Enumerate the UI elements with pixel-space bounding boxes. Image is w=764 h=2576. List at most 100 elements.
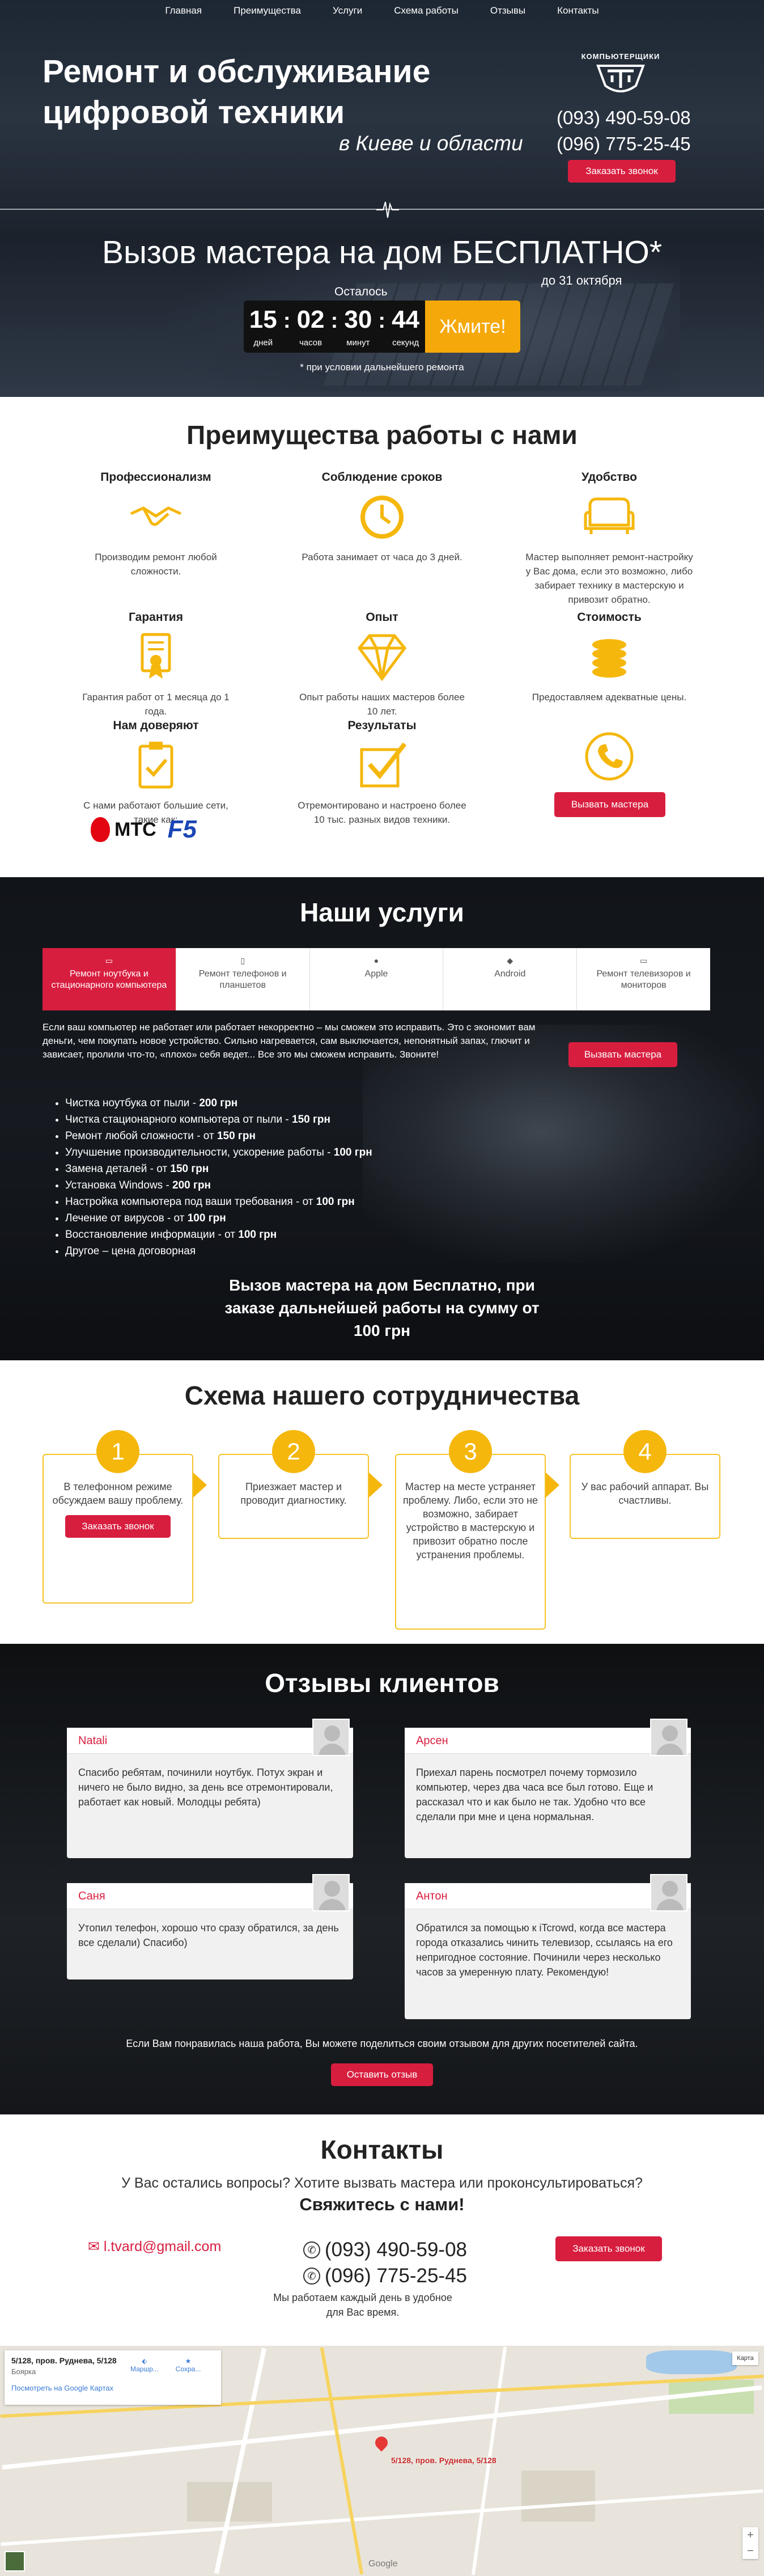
satellite-toggle[interactable] bbox=[5, 2551, 25, 2571]
review-card: Саня Утопил телефон, хорошо что сразу об… bbox=[67, 1874, 353, 1979]
timer-hours-value: 02 bbox=[296, 305, 325, 333]
advantage-item: Результаты Отремонтировано и настроено б… bbox=[297, 719, 467, 827]
nav-services[interactable]: Услуги bbox=[333, 5, 362, 16]
review-card: Антон Обратился за помощью к iTcrowd, ко… bbox=[405, 1874, 691, 2019]
services-call-button[interactable]: Вызвать мастера bbox=[568, 1042, 677, 1067]
map-open-link[interactable]: Посмотреть на Google Картах bbox=[11, 2384, 214, 2392]
nav-home[interactable]: Главная bbox=[165, 5, 202, 16]
hero-phone-1[interactable]: (093) 490-59-08 bbox=[557, 105, 691, 131]
tab-label: Ремонт телевизоров и мониторов bbox=[596, 969, 691, 990]
timer-minutes-value: 30 bbox=[344, 305, 372, 333]
price-item-text: Настройка компьютера под ваши требования… bbox=[65, 1196, 316, 1208]
directions-icon: ⬖ bbox=[142, 2357, 147, 2365]
contact-phone-2[interactable]: ✆ (096) 775-25-45 bbox=[303, 2263, 467, 2289]
tab-label: Ремонт ноутбука и стационарного компьюте… bbox=[51, 969, 167, 990]
map-pin-label: 5/128, пров. Руднева, 5/128 bbox=[391, 2456, 496, 2465]
logo-text: КОМПЬЮТЕРЩИКИ bbox=[581, 52, 660, 61]
mail-icon: ✉ bbox=[88, 2239, 104, 2254]
price-item: Настройка компьютера под ваши требования… bbox=[65, 1194, 372, 1210]
nav-advantages[interactable]: Преимущества bbox=[234, 5, 301, 16]
scheme-call-button[interactable]: Заказать звонок bbox=[65, 1515, 171, 1538]
f5-logo: F5 bbox=[167, 815, 197, 843]
route-button[interactable]: ⬖ Маршр... bbox=[130, 2357, 159, 2373]
scheme-step-4: 4 У вас рабочий аппарат. Вы счастливы. bbox=[570, 1430, 720, 1539]
price-item: Чистка ноутбука от пыли - 200 грн bbox=[65, 1095, 372, 1111]
price-item-text: Чистка стационарного компьютера от пыли … bbox=[65, 1114, 292, 1126]
tab-apple[interactable]: ● Apple bbox=[310, 948, 444, 1010]
avatar bbox=[312, 1874, 350, 1911]
tab-label: Apple bbox=[364, 969, 388, 979]
zoom-in-icon[interactable]: + bbox=[742, 2527, 758, 2543]
step-arrow-icon bbox=[546, 1473, 559, 1498]
hero-subtitle: в Киеве и области bbox=[339, 132, 523, 155]
price-item-text: Установка Windows - bbox=[65, 1179, 173, 1191]
tab-android[interactable]: ◆ Android bbox=[443, 948, 578, 1010]
tab-tv[interactable]: ▭ Ремонт телевизоров и мониторов bbox=[577, 948, 710, 1010]
contact-email[interactable]: ✉ l.tvard@gmail.com bbox=[88, 2238, 221, 2255]
hero-call-button[interactable]: Заказать звонок bbox=[568, 160, 676, 183]
timer-seconds-value: 44 bbox=[392, 305, 420, 333]
sofa-icon bbox=[584, 497, 635, 534]
price-item-price: 100 грн bbox=[238, 1229, 277, 1241]
remain-label: Осталось bbox=[334, 285, 388, 298]
map-type-button[interactable]: Карта bbox=[732, 2351, 758, 2365]
handshake-icon bbox=[130, 506, 182, 526]
price-item: Другое – цена договорная bbox=[65, 1243, 372, 1259]
clipboard-check-icon bbox=[138, 742, 173, 789]
advantage-text: Отремонтировано и настроено более 10 тыс… bbox=[298, 800, 466, 825]
zoom-out-icon[interactable]: − bbox=[742, 2543, 758, 2559]
nav-contacts[interactable]: Контакты bbox=[557, 5, 599, 16]
scheme-title: Схема нашего сотрудничества bbox=[184, 1381, 580, 1410]
push-button[interactable]: Жмите! bbox=[425, 301, 520, 353]
phone-icon bbox=[585, 732, 634, 781]
advantage-item: Стоимость Предоставляем адекватные цены. bbox=[524, 611, 694, 704]
step-number: 3 bbox=[449, 1430, 492, 1473]
advantage-title: Опыт bbox=[366, 611, 398, 624]
timer-minutes: 30 минут bbox=[339, 306, 377, 348]
contact-phone-1[interactable]: ✆ (093) 490-59-08 bbox=[303, 2237, 467, 2263]
map-pin-icon[interactable] bbox=[372, 2434, 391, 2452]
hero-phones: (093) 490-59-08 (096) 775-25-45 bbox=[557, 105, 691, 157]
advantage-item: Нам доверяют С нами работают большие сет… bbox=[71, 719, 241, 827]
contacts-call-button[interactable]: Заказать звонок bbox=[555, 2236, 662, 2261]
hero-phone-2[interactable]: (096) 775-25-45 bbox=[557, 131, 691, 157]
price-item-text: Улучшение производительности, ускорение … bbox=[65, 1147, 334, 1158]
map-info-card: 5/128, пров. Руднева, 5/128 Боярка Посмо… bbox=[5, 2350, 221, 2405]
zoom-control[interactable]: + − bbox=[742, 2527, 758, 2559]
map-water bbox=[646, 2350, 737, 2374]
review-text: Спасибо ребятам, починили ноутбук. Потух… bbox=[78, 1767, 333, 1808]
advantage-text: Опыт работы наших мастеров более 10 лет. bbox=[299, 692, 465, 717]
hero-title: Ремонт и обслуживание цифровой техники bbox=[43, 53, 431, 130]
free-call-text: Вызов мастера на дом Бесплатно, при зака… bbox=[224, 1276, 540, 1339]
pulse-icon bbox=[376, 201, 399, 218]
price-item-price: 150 грн bbox=[292, 1114, 331, 1126]
diamond-icon bbox=[357, 634, 407, 682]
nav-scheme[interactable]: Схема работы bbox=[394, 5, 459, 16]
price-item-price: 200 грн bbox=[172, 1179, 211, 1191]
mts-egg-icon bbox=[91, 817, 110, 842]
price-item-text: Восстановление информации - от bbox=[65, 1229, 239, 1241]
coins-icon bbox=[592, 639, 626, 678]
review-header: Natali bbox=[67, 1719, 353, 1756]
google-map[interactable]: 5/128, пров. Руднева, 5/128 Боярка Посмо… bbox=[0, 2346, 764, 2576]
advantage-title: Профессионализм bbox=[100, 471, 211, 484]
save-button[interactable]: ★ Сохра... bbox=[176, 2357, 201, 2373]
advantage-text: Мастер выполняет ремонт-настройку у Вас … bbox=[525, 552, 693, 605]
advantage-title: Стоимость bbox=[577, 611, 642, 624]
tab-phones[interactable]: ▯ Ремонт телефонов и планшетов bbox=[176, 948, 310, 1010]
advantage-item: Соблюдение сроков Работа занимает от час… bbox=[297, 471, 467, 564]
review-card: Арсен Приехал парень посмотрел почему то… bbox=[405, 1719, 691, 1858]
logo[interactable]: КОМПЬЮТЕРЩИКИ bbox=[558, 52, 683, 97]
leave-review-button[interactable]: Оставить отзыв bbox=[331, 2063, 433, 2086]
price-item: Чистка стационарного компьютера от пыли … bbox=[65, 1111, 372, 1128]
review-header: Саня bbox=[67, 1874, 353, 1911]
phone-icon: ✆ bbox=[303, 2268, 320, 2285]
price-item: Лечение от вирусов - от 100 грн bbox=[65, 1210, 372, 1226]
tab-label: Android bbox=[494, 969, 526, 979]
nav-reviews[interactable]: Отзывы bbox=[490, 5, 525, 16]
tab-laptop[interactable]: ▭ Ремонт ноутбука и стационарного компьют… bbox=[43, 948, 176, 1010]
timer-days-label: дней bbox=[253, 337, 273, 348]
advantages-call-button[interactable]: Вызвать мастера bbox=[554, 792, 665, 817]
timer-separator: : bbox=[283, 308, 291, 333]
price-item: Замена деталей - от 150 грн bbox=[65, 1161, 372, 1177]
